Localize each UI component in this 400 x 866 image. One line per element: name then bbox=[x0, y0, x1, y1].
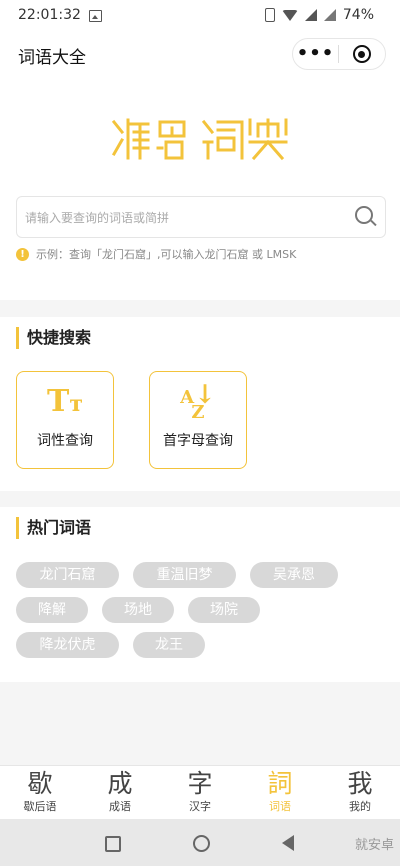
hot-word-tag[interactable]: 重温旧梦 bbox=[133, 562, 236, 588]
search-input[interactable]: 请输入要查询的词语或简拼 bbox=[16, 196, 386, 238]
ciyu-icon: 詞 bbox=[267, 769, 293, 798]
battery-level: 74% bbox=[342, 7, 374, 23]
watermark: 就安卓 bbox=[354, 838, 394, 853]
search-section: 请输入要查询的词语或简拼 ! 示例：查询「龙门石窟」,可以输入龙门石窟 或 LM… bbox=[0, 76, 400, 300]
status-bar: 22:01:32 74% bbox=[0, 0, 400, 32]
info-icon: ! bbox=[16, 247, 29, 261]
mine-icon: 我 bbox=[347, 769, 373, 798]
signal-icon-2 bbox=[323, 9, 336, 21]
hot-word-tag[interactable]: 龙王 bbox=[133, 632, 205, 658]
part-of-speech-search-button[interactable]: Tт 词性查询 bbox=[16, 371, 114, 469]
wifi-icon bbox=[281, 9, 298, 21]
sort-az-icon: A↓ Z bbox=[180, 380, 216, 423]
status-time: 22:01:32 bbox=[18, 7, 81, 23]
search-placeholder: 请输入要查询的词语或简拼 bbox=[25, 211, 170, 225]
hot-word-tag[interactable]: 场地 bbox=[102, 597, 174, 623]
tab-label: 汉字 bbox=[189, 800, 211, 813]
signal-icon bbox=[304, 9, 317, 21]
initial-letter-search-button[interactable]: A↓ Z 首字母查询 bbox=[149, 371, 247, 469]
hot-word-tag[interactable]: 场院 bbox=[188, 597, 260, 623]
hot-words-title: 热门词语 bbox=[16, 517, 91, 539]
tab-label: 我的 bbox=[349, 800, 371, 813]
xiehouyu-icon: 歇 bbox=[27, 769, 53, 798]
more-button[interactable]: ••• bbox=[293, 40, 338, 68]
quick-search-title: 快捷搜索 bbox=[16, 327, 91, 349]
page-title: 词语大全 bbox=[18, 48, 86, 68]
part-of-speech-label: 词性查询 bbox=[37, 433, 93, 449]
search-icon[interactable] bbox=[355, 206, 373, 224]
nav-bar: 词语大全 ••• bbox=[0, 32, 400, 76]
system-navigation-bar: 就安卓 bbox=[0, 819, 400, 866]
quick-search-card: 快捷搜索 Tт 词性查询 A↓ Z 首字母查询 bbox=[0, 317, 400, 491]
status-icons: 74% bbox=[264, 7, 374, 23]
tab-mine[interactable]: 我 我的 bbox=[320, 770, 400, 814]
tab-label: 词语 bbox=[269, 800, 291, 813]
recents-button[interactable] bbox=[105, 836, 121, 852]
hot-word-tag[interactable]: 龙门石窟 bbox=[16, 562, 119, 588]
hanzi-icon: 字 bbox=[187, 769, 213, 798]
chengyu-icon: 成 bbox=[107, 769, 133, 798]
text-type-icon: Tт bbox=[47, 384, 83, 419]
close-miniprogram-button[interactable] bbox=[339, 45, 384, 63]
hot-word-tag[interactable]: 降解 bbox=[16, 597, 88, 623]
vibrate-icon bbox=[264, 8, 275, 22]
home-button[interactable] bbox=[193, 835, 210, 852]
tab-ciyu[interactable]: 詞 词语 bbox=[240, 770, 320, 814]
tab-chengyu[interactable]: 成 成语 bbox=[80, 770, 160, 814]
hot-word-tag[interactable]: 降龙伏虎 bbox=[16, 632, 119, 658]
tab-hanzi[interactable]: 字 汉字 bbox=[160, 770, 240, 814]
hot-word-tag[interactable]: 吴承恩 bbox=[250, 562, 338, 588]
tab-xiehouyu[interactable]: 歇 歇后语 bbox=[0, 770, 80, 814]
image-notification-icon bbox=[89, 10, 102, 22]
initial-letter-label: 首字母查询 bbox=[163, 433, 233, 449]
tab-label: 歇后语 bbox=[23, 800, 57, 813]
target-icon bbox=[352, 45, 371, 63]
search-hint: ! 示例：查询「龙门石窟」,可以输入龙门石窟 或 LMSK bbox=[16, 246, 296, 262]
tab-label: 成语 bbox=[109, 800, 131, 813]
tab-bar: 歇 歇后语 成 成语 字 汉字 詞 词语 我 我的 bbox=[0, 765, 400, 820]
hint-text: 示例：查询「龙门石窟」,可以输入龙门石窟 或 LMSK bbox=[36, 248, 297, 261]
app-logo bbox=[111, 118, 288, 161]
back-button[interactable] bbox=[282, 835, 294, 851]
hot-words-card: 热门词语 龙门石窟 重温旧梦 吴承恩 降解 场地 场院 降龙伏虎 龙王 bbox=[0, 507, 400, 682]
miniprogram-capsule: ••• bbox=[292, 38, 386, 70]
